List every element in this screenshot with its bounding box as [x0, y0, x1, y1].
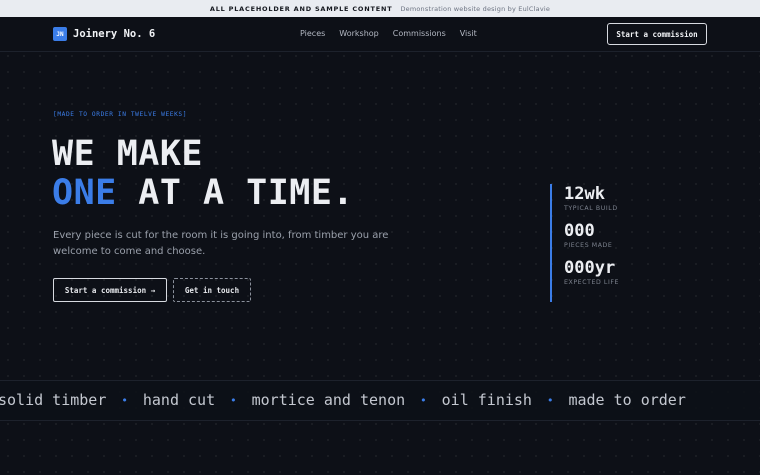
banner-notice: ALL PLACEHOLDER AND SAMPLE CONTENT	[209, 4, 393, 13]
bullet-icon: •	[121, 393, 128, 407]
stat-value: 12wk	[564, 184, 605, 204]
bullet-icon: •	[546, 393, 554, 407]
nav-link-workshop[interactable]: Workshop	[339, 29, 378, 38]
stat-label: TYPICAL BUILD	[564, 205, 618, 212]
values-marquee: solid timber • hand cut • mortice and te…	[0, 380, 760, 421]
nav-link-visit[interactable]: Visit	[460, 29, 477, 38]
headline-line-2: AT A TIME.	[116, 173, 355, 213]
stat-pieces-made: 000 PIECES MADE	[564, 221, 650, 249]
headline-accent: ONE	[52, 173, 117, 213]
stat-typical-build: 12wk TYPICAL BUILD	[564, 184, 650, 212]
site-logo[interactable]: JN Joinery No. 6	[53, 27, 155, 41]
banner-credit: Demonstration website design by EulClavi…	[400, 4, 551, 13]
nav-link-commissions[interactable]: Commissions	[393, 29, 446, 38]
marquee-item: oil finish	[441, 391, 532, 409]
bullet-icon: •	[420, 393, 427, 407]
stats-panel: 12wk TYPICAL BUILD 000 PIECES MADE 000yr…	[550, 184, 650, 302]
start-commission-nav-button[interactable]: Start a commission	[607, 23, 707, 45]
hero-description: Every piece is cut for the room it is go…	[53, 230, 389, 257]
stat-label: PIECES MADE	[564, 242, 613, 249]
stat-value: 000yr	[564, 258, 616, 278]
marquee-item: mortice and tenon	[251, 391, 406, 409]
logo-mark-icon: JN	[53, 27, 67, 41]
hero-headline: WE MAKE ONE AT A TIME.	[52, 135, 354, 213]
sample-content-banner: ALL PLACEHOLDER AND SAMPLE CONTENT Demon…	[0, 0, 760, 17]
nav-link-pieces[interactable]: Pieces	[300, 29, 325, 38]
bullet-icon: •	[230, 393, 237, 407]
marquee-item: made to order	[568, 391, 686, 409]
start-commission-button[interactable]: Start a commission →	[53, 278, 167, 302]
stat-label: EXPECTED LIFE	[564, 279, 620, 286]
marquee-item: solid timber	[0, 391, 107, 409]
headline-line-1: WE MAKE	[52, 134, 204, 174]
stat-value: 000	[564, 221, 595, 241]
logo-text: Joinery No. 6	[73, 28, 156, 40]
marquee-track: solid timber • hand cut • mortice and te…	[0, 391, 686, 409]
site-header: JN Joinery No. 6 Pieces Workshop Commiss…	[0, 17, 760, 52]
marquee-item: hand cut	[142, 391, 216, 409]
main-nav: Pieces Workshop Commissions Visit	[300, 29, 477, 38]
hero-eyebrow: [MADE TO ORDER IN TWELVE WEEKS]	[53, 111, 188, 118]
stat-expected-life: 000yr EXPECTED LIFE	[564, 258, 650, 286]
get-in-touch-button[interactable]: Get in touch	[173, 278, 251, 302]
